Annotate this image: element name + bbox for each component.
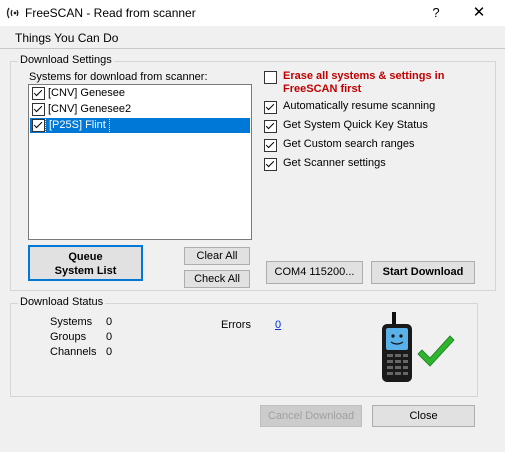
systems-listbox[interactable]: [CNV] Genesee [CNV] Genesee2 [P25S] Flin… (28, 84, 252, 240)
groups-stat-label: Groups (50, 331, 87, 343)
radio-waves-icon (6, 5, 22, 21)
list-item-label: [CNV] Genesee (48, 87, 126, 99)
systems-list-label: Systems for download from scanner: (29, 71, 208, 83)
check-all-button[interactable]: Check All (184, 270, 250, 288)
resume-checkbox[interactable] (264, 101, 277, 114)
custom-search-label: Get Custom search ranges (283, 138, 415, 150)
errors-stat-label: Errors (221, 319, 251, 331)
help-button[interactable]: ? (426, 3, 446, 23)
list-item-label: [CNV] Genesee2 (48, 103, 132, 115)
close-window-button[interactable]: ✕ (466, 3, 492, 23)
channels-stat-value: 0 (106, 346, 113, 358)
menu-divider (0, 48, 505, 49)
com-port-button[interactable]: COM4 115200... (266, 261, 363, 284)
scanner-radio-checkmark-icon (372, 312, 458, 384)
quick-key-label: Get System Quick Key Status (283, 119, 428, 131)
list-item[interactable]: [CNV] Genesee (30, 86, 250, 101)
checkbox-genesee[interactable] (32, 87, 45, 100)
checkbox-flint[interactable] (32, 119, 45, 132)
start-download-button[interactable]: Start Download (371, 261, 475, 284)
download-settings-label: Download Settings (18, 54, 114, 66)
scanner-settings-label: Get Scanner settings (283, 157, 386, 169)
systems-stat-label: Systems (50, 316, 93, 328)
download-status-label: Download Status (18, 296, 106, 308)
channels-stat-label: Channels (50, 346, 97, 358)
systems-stat-value: 0 (106, 316, 113, 328)
close-button[interactable]: Close (372, 405, 475, 427)
list-item[interactable]: [P25S] Flint (30, 117, 250, 134)
errors-link[interactable]: 0 (275, 319, 281, 331)
list-item[interactable]: [CNV] Genesee2 (30, 102, 250, 117)
things-you-can-do-menu[interactable]: Things You Can Do (15, 31, 118, 45)
erase-option[interactable]: Erase all systems & settings in FreeSCAN… (264, 70, 494, 95)
groups-stat-value: 0 (106, 331, 113, 343)
quick-key-checkbox[interactable] (264, 120, 277, 133)
resume-label: Automatically resume scanning (283, 100, 436, 112)
erase-checkbox[interactable] (264, 71, 277, 84)
checkbox-genesee2[interactable] (32, 103, 45, 116)
scanner-settings-checkbox[interactable] (264, 158, 277, 171)
custom-search-checkbox[interactable] (264, 139, 277, 152)
window-title: FreeSCAN - Read from scanner (25, 6, 196, 20)
queue-system-list-button[interactable]: Queue System List (28, 245, 143, 281)
cancel-download-button[interactable]: Cancel Download (260, 405, 362, 427)
list-item-label: [P25S] Flint (45, 117, 110, 134)
clear-all-button[interactable]: Clear All (184, 247, 250, 265)
erase-label: Erase all systems & settings in FreeSCAN… (283, 70, 445, 95)
